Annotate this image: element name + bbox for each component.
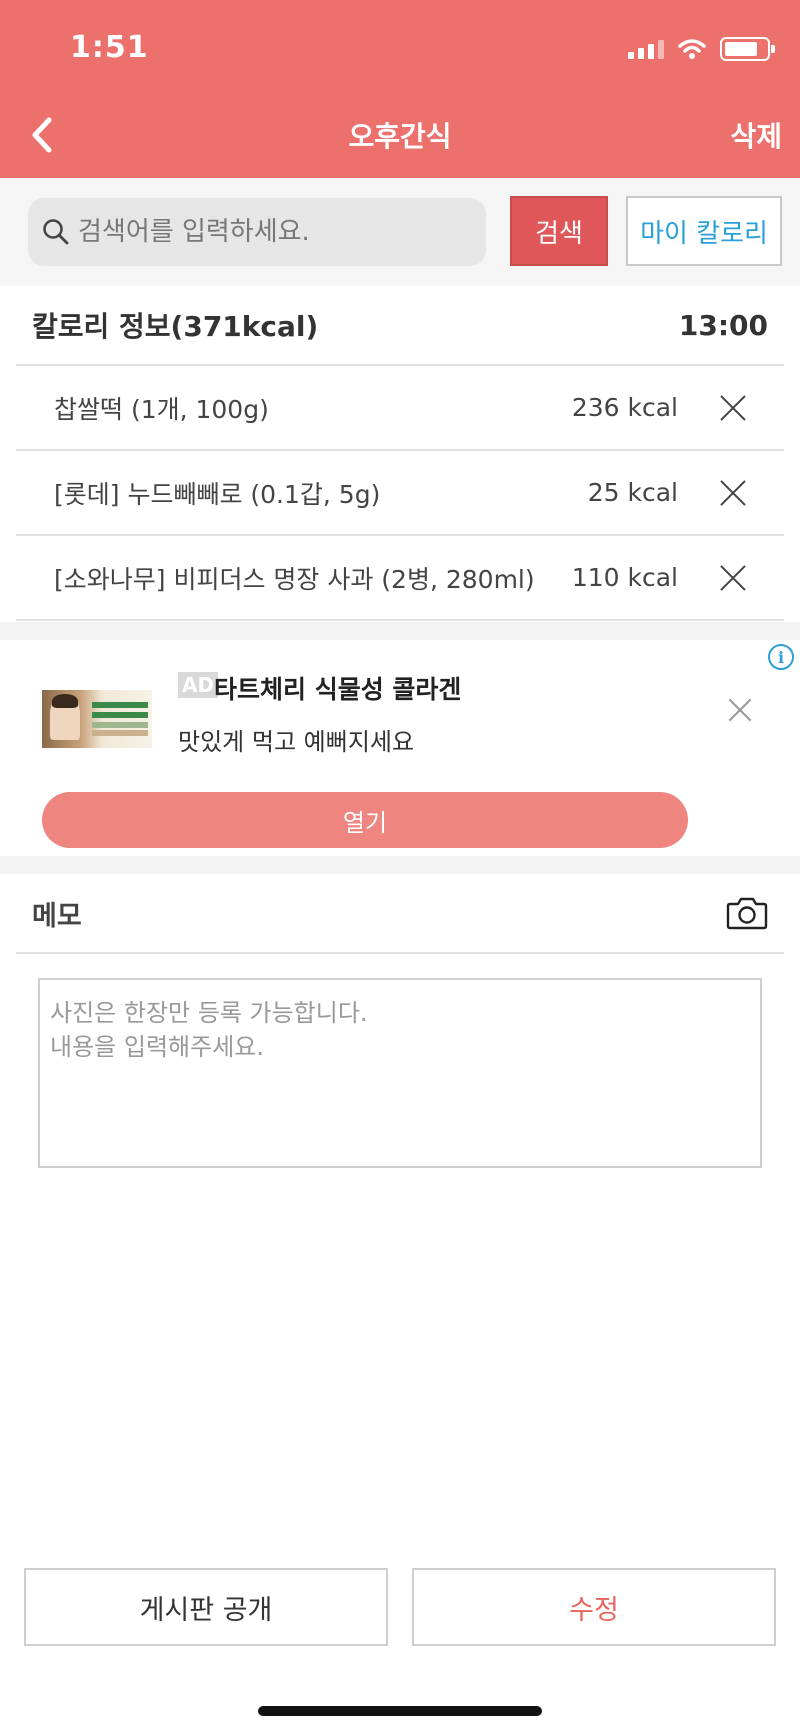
ad-thumbnail[interactable] xyxy=(42,690,152,748)
food-item[interactable]: [롯데] 누드빼빼로 (0.1갑, 5g) 25 kcal xyxy=(16,451,784,536)
section-divider xyxy=(0,856,800,874)
food-kcal: 25 kcal xyxy=(587,478,678,507)
memo-textarea[interactable] xyxy=(38,978,762,1168)
search-icon xyxy=(43,219,69,245)
my-calorie-button[interactable]: 마이 칼로리 xyxy=(626,196,782,266)
ad-banner[interactable]: i AD 타트체리 식물성 콜라겐 맛있게 먹고 예뻐지세요 열기 xyxy=(0,640,800,856)
top-header: 1:51 오후간식 삭제 xyxy=(0,0,800,178)
close-icon[interactable] xyxy=(718,563,748,593)
page-title: 오후간식 xyxy=(348,120,452,153)
ad-description: 맛있게 먹고 예뻐지세요 xyxy=(178,728,415,756)
search-input[interactable] xyxy=(78,217,458,247)
calorie-info-header: 칼로리 정보(371kcal) 13:00 xyxy=(16,286,784,366)
wifi-icon xyxy=(678,39,706,59)
search-area: 검색 마이 칼로리 xyxy=(0,178,800,286)
food-kcal: 236 kcal xyxy=(571,393,678,422)
close-icon[interactable] xyxy=(718,478,748,508)
memo-header: 메모 xyxy=(16,874,784,954)
info-icon[interactable]: i xyxy=(768,644,794,670)
home-indicator xyxy=(258,1706,542,1716)
memo-title: 메모 xyxy=(32,900,82,932)
meal-time[interactable]: 13:00 xyxy=(679,309,768,342)
food-name: [소와나무] 비피더스 명장 사과 (2병, 280ml) xyxy=(54,564,535,594)
battery-icon xyxy=(720,37,775,61)
ad-close-icon[interactable] xyxy=(728,698,752,722)
search-box xyxy=(28,198,486,266)
food-item[interactable]: 찹쌀떡 (1개, 100g) 236 kcal xyxy=(16,366,784,451)
search-button[interactable]: 검색 xyxy=(510,196,608,266)
ad-title[interactable]: 타트체리 식물성 콜라겐 xyxy=(214,670,461,706)
status-icons xyxy=(628,34,775,64)
edit-button[interactable]: 수정 xyxy=(412,1568,776,1646)
signal-icon xyxy=(628,39,664,59)
section-divider xyxy=(0,622,800,640)
status-time: 1:51 xyxy=(70,30,149,65)
calorie-info-title: 칼로리 정보(371kcal) xyxy=(32,310,319,343)
food-name: [롯데] 누드빼빼로 (0.1갑, 5g) xyxy=(54,479,381,509)
close-icon[interactable] xyxy=(718,393,748,423)
camera-icon[interactable] xyxy=(726,896,768,930)
food-list: 찹쌀떡 (1개, 100g) 236 kcal [롯데] 누드빼빼로 (0.1갑… xyxy=(16,366,784,621)
delete-button[interactable]: 삭제 xyxy=(730,115,782,155)
ad-open-button[interactable]: 열기 xyxy=(42,792,688,848)
food-name: 찹쌀떡 (1개, 100g) xyxy=(54,394,269,424)
food-kcal: 110 kcal xyxy=(571,563,678,592)
food-item[interactable]: [소와나무] 비피더스 명장 사과 (2병, 280ml) 110 kcal xyxy=(16,536,784,621)
ad-badge: AD xyxy=(178,672,219,698)
public-board-button[interactable]: 게시판 공개 xyxy=(24,1568,388,1646)
